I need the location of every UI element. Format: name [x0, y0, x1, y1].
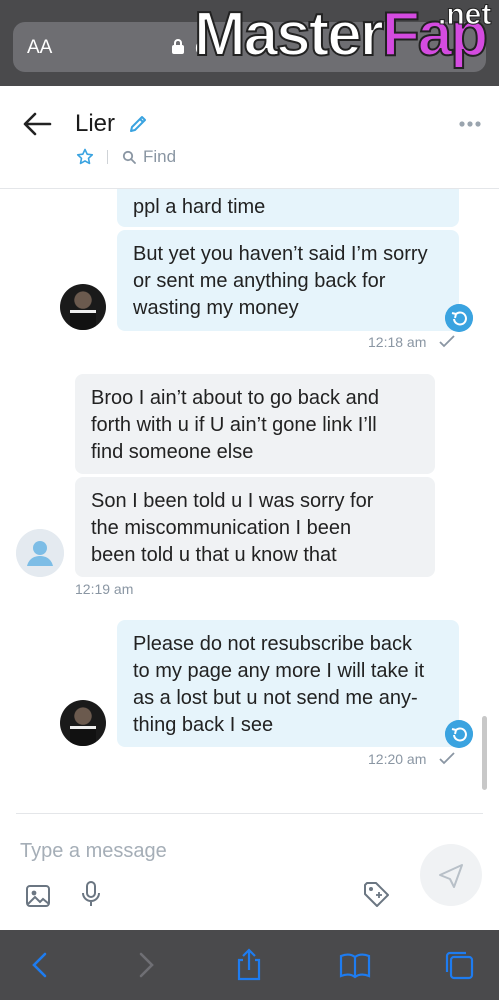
browser-top-bar: AA o MasterFap .net: [0, 0, 499, 86]
message-input[interactable]: [20, 834, 400, 868]
message-line: to my page any more I will take it: [133, 660, 425, 682]
ellipsis-icon[interactable]: [458, 120, 482, 128]
microphone-icon[interactable]: [77, 880, 105, 908]
watermark-tld: .net: [437, 0, 492, 32]
lock-icon: [172, 39, 184, 54]
share-icon[interactable]: [232, 948, 266, 982]
message-line: forth with u if U ain’t gone link I’ll: [91, 414, 377, 436]
message-bubble-received[interactable]: Broo I ain’t about to go back and forth …: [75, 374, 435, 474]
message-timestamp: 12:18 am: [368, 334, 427, 350]
message-line: Son I been told u I was sorry for: [91, 490, 374, 512]
chat-title: Lier: [75, 110, 116, 137]
message-line: Please do not resubscribe back: [133, 633, 413, 655]
composer-divider: [16, 813, 483, 814]
reply-icon[interactable]: [445, 304, 473, 332]
avatar[interactable]: [60, 284, 106, 330]
price-tag-icon[interactable]: [362, 880, 390, 908]
default-avatar-icon[interactable]: [16, 529, 64, 577]
message-line: thing back I see: [133, 714, 274, 736]
arrow-left-icon[interactable]: [22, 112, 52, 136]
watermark-main: Master: [193, 0, 385, 69]
message-line: find someone else: [91, 441, 254, 463]
pencil-icon[interactable]: [128, 114, 148, 134]
chat-header: Lier Find: [0, 86, 499, 189]
message-timestamp: 12:19 am: [75, 581, 134, 597]
send-icon: [439, 864, 463, 888]
message-bubble-sent[interactable]: But yet you haven’t said I’m sorry or se…: [117, 230, 459, 331]
message-line: Broo I ain’t about to go back and: [91, 387, 379, 409]
reply-icon[interactable]: [445, 720, 473, 748]
browser-bottom-bar: [0, 930, 499, 1000]
bookmarks-icon[interactable]: [338, 948, 372, 982]
star-icon[interactable]: [76, 148, 94, 166]
send-button[interactable]: [420, 844, 482, 906]
message-line: wasting my money: [133, 297, 299, 319]
check-icon: [439, 752, 455, 765]
message-line: the miscommunication I been: [91, 517, 352, 539]
chevron-left-icon[interactable]: [24, 948, 58, 982]
avatar[interactable]: [60, 700, 106, 746]
message-line: ppl a hard time: [133, 196, 266, 218]
scrollbar-thumb[interactable]: [482, 716, 487, 790]
image-icon[interactable]: [24, 882, 52, 910]
message-timestamp: 12:20 am: [368, 751, 427, 767]
check-icon: [439, 335, 455, 348]
message-bubble-sent[interactable]: ppl a hard time: [117, 189, 459, 227]
tabs-icon[interactable]: [442, 948, 476, 982]
message-line: been told u that u know that: [91, 544, 337, 566]
search-icon[interactable]: [122, 150, 136, 164]
header-divider: [107, 150, 108, 164]
message-line: But yet you haven’t said I’m sorry: [133, 243, 428, 265]
message-line: or sent me anything back for: [133, 270, 386, 292]
find-button[interactable]: Find: [143, 147, 176, 167]
message-bubble-received[interactable]: Son I been told u I was sorry for the mi…: [75, 477, 435, 577]
message-line: as a lost but u not send me any-: [133, 687, 418, 709]
text-size-button[interactable]: AA: [27, 37, 52, 59]
chevron-right-icon: [139, 952, 154, 978]
message-bubble-sent[interactable]: Please do not resubscribe back to my pag…: [117, 620, 459, 747]
